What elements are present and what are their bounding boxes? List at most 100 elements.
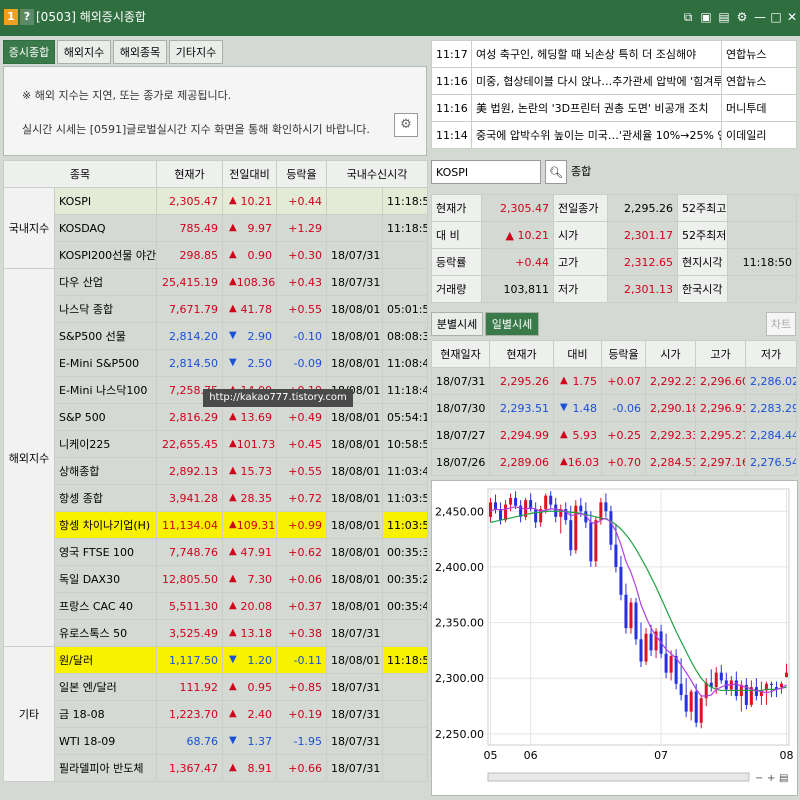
table-row[interactable]: 항셍 차이나기업(H) 11,134.04 ▲ 109.31 +0.99 18/08/01… — [4, 511, 429, 539]
history-row[interactable]: 18/07/31 2,295.26 ▲ 1.75 +0.07 2,292.23 2,296.… — [431, 367, 797, 395]
row-name[interactable]: 프랑스 CAC 40 — [54, 592, 157, 620]
candle-body — [719, 672, 723, 681]
price-chart[interactable]: 2,450.00 2,400.00 2,350.00 2,300.00 2,250.00… — [431, 480, 798, 796]
table-row[interactable]: 항셍 종합3,941.28▲28.35+0.7218/08/0111:03:50 — [4, 484, 429, 512]
table-row[interactable]: 일본 엔/달러 111.92 ▲ 0.95 +0.85 18/07/31 — [4, 673, 429, 701]
history-row[interactable]: 18/07/30 2,293.51 ▼ 1.48 -0.06 2,290.18 2,296.… — [431, 394, 797, 422]
copy-icon[interactable]: ▤ — [716, 8, 732, 26]
symbol-input[interactable]: KOSPI — [431, 160, 541, 184]
tab-market-overview[interactable]: 증시종합 — [3, 40, 55, 64]
row-name[interactable]: E-Mini S&P500 — [54, 349, 157, 377]
row-name[interactable]: 항셍 차이나기업(H) — [54, 511, 157, 539]
news-item[interactable]: 11:17 여성 축구인, 헤딩할 때 뇌손상 특히 더 조심해야 연합뉴스 — [431, 40, 797, 68]
table-row[interactable]: 독일 DAX30 12,805.50 ▲ 7.30 +0.06 18/08/01 00:35… — [4, 565, 429, 593]
chart-menu-icon[interactable]: ▤ — [779, 773, 788, 784]
table-row[interactable]: 국내지수KOSPI2,305.47▲10.21+0.4411:18:50 — [3, 187, 429, 269]
link-icon[interactable]: ⧉ — [680, 8, 696, 26]
maximize-icon[interactable]: □ — [768, 8, 784, 26]
row-name[interactable]: KOSDAQ — [54, 214, 157, 242]
tab-minute-quotes[interactable]: 분별시세 — [431, 312, 483, 336]
table-row[interactable]: 영국 FTSE 100 7,748.76 ▲ 47.91 +0.62 18/08/01 00… — [4, 538, 429, 566]
row-name[interactable]: E-Mini 나스닥100 — [54, 376, 157, 404]
tab-overseas-index[interactable]: 해외지수 — [57, 40, 111, 64]
hist-header-open[interactable]: 시가 — [645, 340, 696, 368]
news-title[interactable]: 미중, 협상테이블 다시 앉나…추가관세 압박에 '힘겨루 — [471, 67, 722, 95]
category-cell: 해외지수 — [3, 268, 55, 647]
row-name[interactable]: 일본 엔/달러 — [54, 673, 157, 701]
screen-number-icon[interactable]: 1 — [4, 9, 18, 25]
table-row[interactable]: S&P500 선물 2,814.20 ▼ 2.90 -0.10 18/08/01 08:08… — [4, 322, 429, 350]
minimize-icon[interactable]: — — [752, 8, 768, 26]
col-header-rate[interactable]: 등락율 — [276, 160, 327, 188]
history-row[interactable]: 18/07/26 2,289.06 ▲ 16.03 +0.70 2,284.51 2,297… — [431, 448, 797, 476]
table-row[interactable]: WTI 18-09 68.76 ▼ 1.37 -1.95 18/07/31 — [4, 727, 429, 755]
row-diff: ▲ 109.31 — [222, 511, 277, 539]
row-name[interactable]: KOSPI — [54, 187, 157, 215]
row-name[interactable]: 상해종합 — [54, 457, 157, 485]
col-header-price[interactable]: 현재가 — [156, 160, 223, 188]
table-row[interactable]: 유로스톡스 50 3,525.49 ▲ 13.18 +0.38 18/07/31 — [4, 619, 429, 647]
news-item[interactable]: 11:16 미중, 협상테이블 다시 앉나…추가관세 압박에 '힘겨루 연합뉴스 — [431, 67, 797, 95]
hist-header-rate[interactable]: 등락율 — [601, 340, 646, 368]
table-row[interactable]: 니케이225 22,655.45 ▲ 101.73 +0.45 18/08/01 10:58… — [4, 430, 429, 458]
hist-header-high[interactable]: 고가 — [695, 340, 746, 368]
table-row[interactable]: 금 18-08 1,223.70 ▲ 2.40 +0.19 18/07/31 — [4, 700, 429, 728]
row-name[interactable]: 항셍 종합 — [54, 484, 157, 512]
table-row[interactable]: 프랑스 CAC 40 5,511.30 ▲ 20.08 +0.37 18/08/01 00:… — [4, 592, 429, 620]
up-arrow-icon: ▲ — [229, 302, 237, 314]
row-name[interactable]: 다우 산업 — [54, 268, 157, 296]
zoom-in-icon[interactable]: + — [767, 773, 775, 784]
table-row[interactable]: S&P 500 2,816.29 ▲ 13.69 +0.49 18/08/01 05:54:… — [4, 403, 429, 431]
close-icon[interactable]: ✕ — [784, 8, 800, 26]
gear-icon[interactable]: ⚙ — [394, 113, 418, 137]
news-title[interactable]: 중국에 압박수위 높이는 미국…'관세율 10%→25% 인 — [471, 121, 722, 149]
table-row[interactable]: 필라델피아 반도체 1,367.47 ▲ 8.91 +0.66 18/07/31 — [4, 754, 429, 782]
row-name[interactable]: 필라델피아 반도체 — [54, 754, 157, 782]
zoom-out-icon[interactable]: − — [755, 773, 763, 784]
table-row[interactable]: KOSPI200선물 야간 298.85 ▲ 0.90 +0.30 18/07/31 — [4, 241, 429, 269]
news-item[interactable]: 11:16 美 법원, 논란의 '3D프린터 권총 도면' 비공개 조치 머니투데 — [431, 94, 797, 122]
row-name[interactable]: 원/달러 — [54, 646, 157, 674]
table-row[interactable]: E-Mini S&P500 2,814.50 ▼ 2.50 -0.09 18/08/01 1… — [4, 349, 429, 377]
chart-button[interactable]: 차트 — [766, 312, 796, 336]
col-header-name[interactable]: 종목 — [3, 160, 157, 188]
news-item[interactable]: 11:14 중국에 압박수위 높이는 미국…'관세율 10%→25% 인 이데일리 — [431, 121, 797, 149]
tab-daily-quotes[interactable]: 일별시세 — [485, 312, 539, 336]
row-name[interactable]: 니케이225 — [54, 430, 157, 458]
row-name[interactable]: WTI 18-09 — [54, 727, 157, 755]
row-name[interactable]: S&P 500 — [54, 403, 157, 431]
settings-icon[interactable]: ⚙ — [734, 8, 750, 26]
save-icon[interactable]: ▣ — [698, 8, 714, 26]
row-name[interactable]: KOSPI200선물 야간 — [54, 241, 157, 269]
quote-value — [727, 194, 797, 222]
search-icon[interactable]: 🔍︎ — [545, 160, 567, 184]
table-row[interactable]: KOSDAQ785.49 ▲ 9.97+1.29 11:18:50 — [4, 214, 429, 242]
table-row[interactable]: 기타원/달러1,117.50 ▼ 1.20-0.1118/08/0111:18:51 — [3, 646, 429, 782]
hist-header-date[interactable]: 현재일자 — [431, 340, 490, 368]
table-row[interactable]: 상해종합2,892.13▲15.73+0.5518/08/0111:03:47 — [4, 457, 429, 485]
hist-header-low[interactable]: 저가 — [745, 340, 797, 368]
row-name[interactable]: 나스닥 종합 — [54, 295, 157, 323]
table-row[interactable]: 나스닥 종합7,671.79▲41.78+0.5518/08/0105:01:5… — [4, 295, 429, 323]
news-title[interactable]: 여성 축구인, 헤딩할 때 뇌손상 특히 더 조심해야 — [471, 40, 722, 68]
history-row[interactable]: 18/07/27 2,294.99 ▲ 5.93 +0.25 2,292.33 2,295.… — [431, 421, 797, 449]
hist-date: 18/07/27 — [431, 421, 490, 449]
tab-overseas-stocks[interactable]: 해외종목 — [113, 40, 167, 64]
row-name[interactable]: 영국 FTSE 100 — [54, 538, 157, 566]
help-icon[interactable]: ? — [20, 9, 34, 25]
hist-header-price[interactable]: 현재가 — [489, 340, 554, 368]
candlestick-chart[interactable]: 2,450.00 2,400.00 2,350.00 2,300.00 2,250.00… — [432, 481, 797, 795]
plot-area — [487, 488, 790, 746]
col-header-time[interactable]: 국내수신시각 — [325, 160, 429, 188]
hist-header-diff[interactable]: 대비 — [553, 340, 602, 368]
col-header-diff[interactable]: 전일대비 — [222, 160, 277, 188]
row-name[interactable]: 유로스톡스 50 — [54, 619, 157, 647]
row-name[interactable]: 독일 DAX30 — [54, 565, 157, 593]
hist-open: 2,292.23 — [645, 367, 696, 395]
row-name[interactable]: S&P500 선물 — [54, 322, 157, 350]
table-row[interactable]: 해외지수 다우 산업 25,415.19 ▲ 108.36 +0.43 18/07/31 — [3, 268, 429, 647]
chart-scrollbar[interactable] — [487, 772, 750, 782]
news-title[interactable]: 美 법원, 논란의 '3D프린터 권총 도면' 비공개 조치 — [471, 94, 722, 122]
row-name[interactable]: 금 18-08 — [54, 700, 157, 728]
tab-other-index[interactable]: 기타지수 — [169, 40, 223, 64]
